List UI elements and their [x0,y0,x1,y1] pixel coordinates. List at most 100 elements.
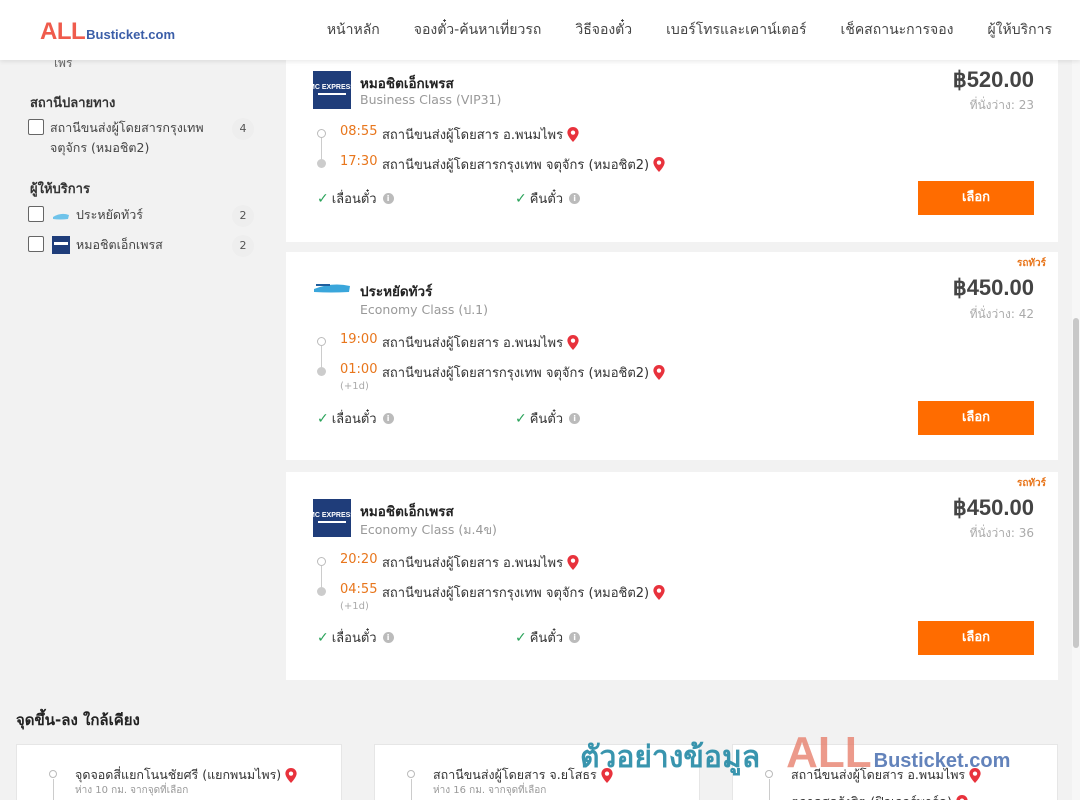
operator-filter-item[interactable]: หมอชิตเอ็กเพรส 2 [28,235,254,257]
nearby-stop-name-text: สถานีขนส่งผู้โดยสาร จ.ยโสธร [433,767,597,782]
refund-ticket-label: คืนตั๋ว [529,192,564,207]
select-trip-button[interactable]: เลือก [918,181,1034,215]
trip-price: ฿450.00 [952,495,1034,520]
change-ticket-label: เลื่อนตั๋ว [331,631,377,646]
info-icon[interactable]: i [382,632,394,643]
nav-how-to-book[interactable]: วิธีจองตั๋ว [575,19,632,41]
morchit-express-logo-icon: MC EXPRESS [313,499,351,537]
timeline-line [53,779,54,800]
departure-place: สถานีขนส่งผู้โดยสาร อ.พนมไพร [382,332,579,353]
departure-time: 08:55 [340,124,378,139]
destination-count: 4 [232,118,254,140]
nav-contact[interactable]: เบอร์โทรและเคาน์เตอร์ [666,19,806,41]
page-scrollbar-thumb[interactable] [1073,318,1079,648]
check-icon: ✓ [515,629,527,646]
select-trip-button[interactable]: เลือก [918,401,1034,435]
change-ticket-feature: ✓ เลื่อนตั๋ว i [317,627,394,648]
change-ticket-feature: ✓ เลื่อนตั๋ว i [317,188,394,209]
departure-place-text: สถานีขนส่งผู้โดยสาร อ.พนมไพร [382,336,564,351]
check-icon: ✓ [317,629,329,646]
arrival-place-text: สถานีขนส่งผู้โดยสารกรุงเทพ จตุจักร (หมอช… [382,158,650,173]
info-icon[interactable]: i [569,193,581,204]
arrival-dot [317,159,326,168]
check-icon: ✓ [515,410,527,427]
select-trip-button[interactable]: เลือก [918,621,1034,655]
trip-card: รถทัวร์ ประหยัดทัวร์ Economy Class (ป.1)… [286,252,1058,460]
map-pin-icon[interactable] [653,585,665,600]
map-pin-icon[interactable] [956,794,968,800]
nearby-stop-name: จุดจอดสี่แยกโนนชัยศรี (แยกพนมไพร) [75,765,297,785]
map-pin-icon[interactable] [567,555,579,570]
operator-checkbox[interactable] [28,236,44,252]
operator-checkbox[interactable] [28,206,44,222]
site-logo[interactable]: ALL Busticket.com [40,18,175,46]
arrival-dot [317,587,326,596]
destination-filter-item[interactable]: สถานีขนส่งผู้โดยสารกรุงเทพ จตุจักร (หมอช… [28,118,254,158]
nearby-stops-title: จุดขึ้น-ลง ใกล้เคียง [16,711,140,729]
operator-name: หมอชิตเอ็กเพรส [360,76,454,92]
nearby-stop-distance: ห่าง 10 กม. จากจุดที่เลือก [75,785,189,796]
arrival-place: สถานีขนส่งผู้โดยสารกรุงเทพ จตุจักร (หมอช… [382,362,665,383]
map-pin-icon[interactable] [653,365,665,380]
departure-time: 20:20 [340,552,378,567]
change-ticket-label: เลื่อนตั๋ว [331,192,377,207]
stop-dot [765,770,773,778]
nearby-stop-card[interactable]: จุดจอดสี่แยกโนนชัยศรี (แยกพนมไพร) ห่าง 1… [16,744,342,800]
bus-type-ribbon: รถทัวร์ [1016,258,1046,269]
operator-count: 2 [232,235,254,257]
nav-book-search[interactable]: จองตั๋ว-ค้นหาเที่ยวรถ [414,19,542,41]
arrival-time: 17:30 [340,154,378,169]
arrival-place-text: สถานีขนส่งผู้โดยสารกรุงเทพ จตุจักร (หมอช… [382,586,650,601]
map-pin-icon[interactable] [601,767,613,783]
departure-dot [317,557,326,566]
main-nav: หน้าหลัก จองตั๋ว-ค้นหาเที่ยวรถ วิธีจองตั… [327,19,1052,41]
nav-check-booking[interactable]: เช็คสถานะการจอง [841,19,954,41]
map-pin-icon[interactable] [567,335,579,350]
arrival-time: 04:55 [340,582,378,597]
map-pin-icon[interactable] [653,157,665,172]
bus-class: Business Class (VIP31) [360,92,502,107]
info-icon[interactable]: i [569,632,581,643]
bus-class: Economy Class (ป.1) [360,302,489,317]
arrival-dot [317,367,326,376]
nearby-stop-card[interactable]: สถานีขนส่งผู้โดยสาร จ.ยโสธร ห่าง 16 กม. … [374,744,700,800]
nav-operators[interactable]: ผู้ให้บริการ [987,19,1052,41]
trip-price: ฿450.00 [952,275,1034,300]
seats-available: ที่นั่งว่าง: 42 [969,307,1034,321]
arrival-place: สถานีขนส่งผู้โดยสารกรุงเทพ จตุจักร (หมอช… [382,582,665,603]
info-icon[interactable]: i [382,413,394,424]
morchit-express-logo-icon: MC EXPRESS [313,71,351,109]
refund-ticket-label: คืนตั๋ว [529,412,564,427]
stop-dot [407,770,415,778]
destination-label: สถานีขนส่งผู้โดยสารกรุงเทพ จตุจักร (หมอช… [50,120,204,155]
departure-place-text: สถานีขนส่งผู้โดยสาร อ.พนมไพร [382,556,564,571]
check-icon: ✓ [515,190,527,207]
destination-filter-title: สถานีปลายทาง [30,96,116,111]
operator-label: หมอชิตเอ็กเพรส [76,237,163,252]
prayadtour-logo-icon [314,284,350,293]
info-icon[interactable]: i [382,193,394,204]
logo-busticket: Busticket.com [86,27,176,42]
departure-time: 19:00 [340,332,378,347]
operator-filter-title: ผู้ให้บริการ [30,182,90,197]
svg-text:MC EXPRESS: MC EXPRESS [313,84,351,91]
operator-filter-item[interactable]: ประหยัดทัวร์ 2 [28,205,254,227]
departure-dot [317,129,326,138]
map-pin-icon[interactable] [567,127,579,142]
departure-dot [317,337,326,346]
timeline-line [769,779,770,800]
destination-checkbox[interactable] [28,119,44,135]
nearby-stop-next-text: ตลาดสดรังสิต (ฟิวเจอร์พาร์ค) [791,792,952,800]
prayadtour-logo-icon [53,213,69,220]
nearby-stop-card[interactable]: สถานีขนส่งผู้โดยสาร อ.พนมไพร ตลาดสดรังสิ… [732,744,1058,800]
map-pin-icon[interactable] [285,767,297,783]
svg-text:MC EXPRESS: MC EXPRESS [313,512,351,519]
nav-home[interactable]: หน้าหลัก [327,19,380,41]
info-icon[interactable]: i [569,413,581,424]
nearby-stop-name: สถานีขนส่งผู้โดยสาร อ.พนมไพร [791,765,981,785]
nearby-stop-distance: ห่าง 16 กม. จากจุดที่เลือก [433,785,547,796]
refund-ticket-feature: ✓ คืนตั๋ว i [515,188,581,209]
map-pin-icon[interactable] [969,767,981,783]
nearby-stop-name-text: จุดจอดสี่แยกโนนชัยศรี (แยกพนมไพร) [75,767,282,782]
check-icon: ✓ [317,410,329,427]
